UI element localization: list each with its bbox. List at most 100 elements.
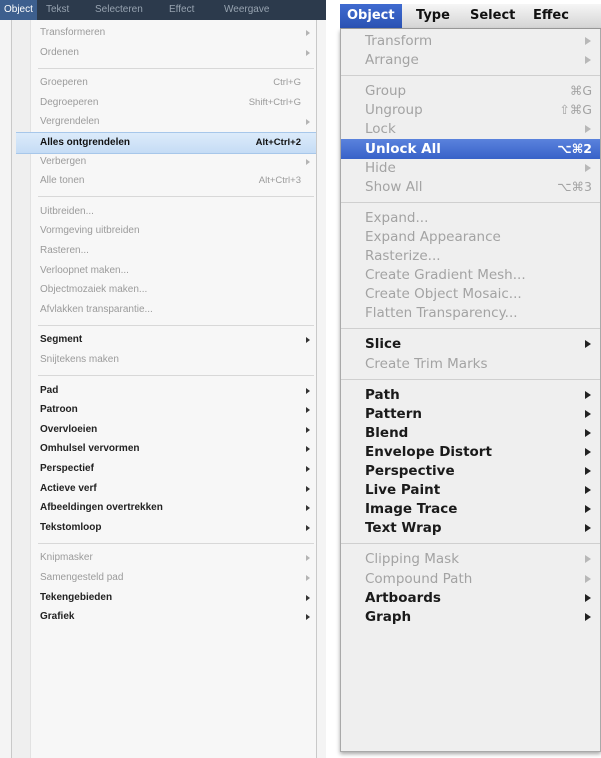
windows-object-menu-screenshot: Object Tekst Selecteren Effect Weergave … [0, 0, 326, 758]
menu-item-label: Slice [365, 336, 402, 353]
menu-item-rasteren[interactable]: Rasteren... [30, 241, 316, 260]
menu-item-text-wrap[interactable]: Text Wrap [341, 518, 600, 538]
menu-item-transformeren[interactable]: Transformeren [30, 23, 316, 42]
menu-item-snijtekens-maken[interactable]: Snijtekens maken [30, 350, 316, 369]
menu-item-perspectief[interactable]: Perspectief [30, 459, 316, 478]
menu-separator [38, 542, 314, 544]
menu-item-artboards[interactable]: Artboards [341, 588, 600, 608]
submenu-arrow-icon [306, 49, 310, 56]
menu-item-create-trim-marks[interactable]: Create Trim Marks [341, 354, 600, 374]
menu-item-label: Vergrendelen [40, 116, 100, 128]
menu-item-compound-path[interactable]: Compound Path [341, 569, 600, 589]
menu-item-slice[interactable]: Slice [341, 334, 600, 354]
menu-item-clipping-mask[interactable]: Clipping Mask [341, 549, 600, 569]
submenu-arrow-icon [585, 340, 591, 349]
submenu-arrow-icon [306, 555, 310, 562]
submenu-arrow-icon [585, 467, 591, 475]
menu-item-image-trace[interactable]: Image Trace [341, 499, 600, 519]
menu-item-actieve-verf[interactable]: Actieve verf [30, 479, 316, 498]
menu-item-perspective[interactable]: Perspective [341, 461, 600, 481]
submenu-arrow-icon [585, 612, 591, 621]
menu-item-hide[interactable]: Hide [341, 158, 600, 178]
menu-item-vergrendelen[interactable]: Vergrendelen [30, 112, 316, 131]
menu-icon-gutter [12, 20, 31, 758]
menu-item-label: Patroon [40, 404, 78, 416]
menu-item-degroeperen[interactable]: Degroeperen Shift+Ctrl+G [30, 93, 316, 112]
menubar-selecteren[interactable]: Selecteren [95, 0, 143, 20]
menu-item-unlock-all[interactable]: Unlock All ⌥⌘2 [341, 138, 600, 159]
menu-item-flatten-transparency[interactable]: Flatten Transparency... [341, 303, 600, 323]
menu-item-label: Compound Path [365, 570, 473, 587]
menu-item-label: Perspectief [40, 463, 94, 474]
menu-item-label: Blend [365, 424, 409, 441]
menu-item-afvlakken-transparantie[interactable]: Afvlakken transparantie... [30, 300, 316, 319]
menubar-weergave[interactable]: Weergave [224, 0, 269, 20]
shortcut-label: Shift+Ctrl+G [248, 96, 301, 108]
menu-item-graph[interactable]: Graph [341, 607, 600, 627]
menubar-effect[interactable]: Effec [533, 4, 569, 28]
menu-item-envelope-distort[interactable]: Envelope Distort [341, 442, 600, 462]
menu-item-knipmasker[interactable]: Knipmasker [30, 548, 316, 567]
menu-separator [341, 543, 600, 545]
menu-item-verloopnet-maken[interactable]: Verloopnet maken... [30, 261, 316, 280]
submenu-arrow-icon [585, 505, 591, 514]
menu-item-tekengebieden[interactable]: Tekengebieden [30, 588, 316, 607]
menu-item-live-paint[interactable]: Live Paint [341, 480, 600, 500]
menu-item-label: Uitbreiden... [40, 205, 94, 217]
menu-item-label: Actieve verf [40, 482, 97, 494]
submenu-arrow-icon [585, 390, 591, 399]
menubar-tekst[interactable]: Tekst [46, 0, 69, 20]
menu-item-afbeeldingen-overtrekken[interactable]: Afbeeldingen overtrekken [30, 498, 316, 517]
menu-item-arrange[interactable]: Arrange [341, 50, 600, 70]
menu-item-expand[interactable]: Expand... [341, 208, 600, 228]
menu-item-overvloeien[interactable]: Overvloeien [30, 420, 316, 439]
submenu-arrow-icon [585, 524, 591, 533]
menu-item-create-gradient-mesh[interactable]: Create Gradient Mesh... [341, 265, 600, 285]
menu-item-expand-appearance[interactable]: Expand Appearance [341, 227, 600, 247]
menu-item-alle-tonen[interactable]: Alle tonen Alt+Ctrl+3 [30, 171, 316, 190]
menu-item-vormgeving-uitbreiden[interactable]: Vormgeving uitbreiden [30, 221, 316, 240]
menu-item-rasterize[interactable]: Rasterize... [341, 246, 600, 266]
menu-item-pad[interactable]: Pad [30, 381, 316, 400]
menu-item-label: Alle tonen [40, 175, 85, 187]
submenu-arrow-icon [306, 524, 310, 531]
menu-item-show-all[interactable]: Show All ⌥⌘3 [341, 177, 600, 197]
menu-item-segment[interactable]: Segment [30, 330, 316, 349]
menu-item-ungroup[interactable]: Ungroup ⇧⌘G [341, 100, 600, 120]
menu-item-label: Artboards [365, 589, 441, 606]
menu-item-samengesteld-pad[interactable]: Samengesteld pad [30, 568, 316, 587]
menu-item-group[interactable]: Group ⌘G [341, 81, 600, 101]
menu-item-pattern[interactable]: Pattern [341, 404, 600, 424]
menubar-type[interactable]: Type [416, 4, 450, 28]
menu-item-uitbreiden[interactable]: Uitbreiden... [30, 202, 316, 221]
menu-separator [341, 328, 600, 330]
menu-item-groeperen[interactable]: Groeperen Ctrl+G [30, 73, 316, 92]
menubar-object[interactable]: Object [340, 4, 402, 28]
menu-item-lock[interactable]: Lock [341, 119, 600, 139]
submenu-arrow-icon [585, 593, 591, 602]
menu-item-patroon[interactable]: Patroon [30, 400, 316, 419]
submenu-arrow-icon [306, 575, 310, 581]
menu-item-label: Path [365, 386, 400, 403]
menu-item-transform[interactable]: Transform [341, 31, 600, 51]
menu-item-label: Rasterize... [365, 248, 441, 264]
menu-item-blend[interactable]: Blend [341, 423, 600, 443]
menu-item-label: Overvloeien [40, 423, 98, 435]
menu-item-label: Envelope Distort [365, 443, 492, 460]
menu-item-objectmozaiek-maken[interactable]: Objectmozaiek maken... [30, 280, 316, 299]
menu-item-create-object-mosaic[interactable]: Create Object Mosaic... [341, 284, 600, 304]
submenu-arrow-icon [306, 446, 310, 453]
menu-item-path[interactable]: Path [341, 385, 600, 405]
menubar-select[interactable]: Select [470, 4, 515, 28]
menu-item-label: Rasteren... [40, 245, 89, 256]
menu-item-omhulsel-vervormen[interactable]: Omhulsel vervormen [30, 439, 316, 458]
menu-item-tekstomloop[interactable]: Tekstomloop [30, 518, 316, 537]
menu-item-grafiek[interactable]: Grafiek [30, 607, 316, 626]
menu-item-label: Objectmozaiek maken... [40, 284, 148, 296]
menubar-effect[interactable]: Effect [169, 0, 194, 20]
menu-item-ordenen[interactable]: Ordenen [30, 43, 316, 62]
object-dropdown-menu: Transformeren Ordenen Groeperen Ctrl+G Degro… [11, 20, 317, 758]
menubar-object[interactable]: Object [0, 0, 37, 20]
menu-item-label: Lock [365, 121, 396, 138]
menu-item-verbergen[interactable]: Verbergen [30, 152, 316, 171]
